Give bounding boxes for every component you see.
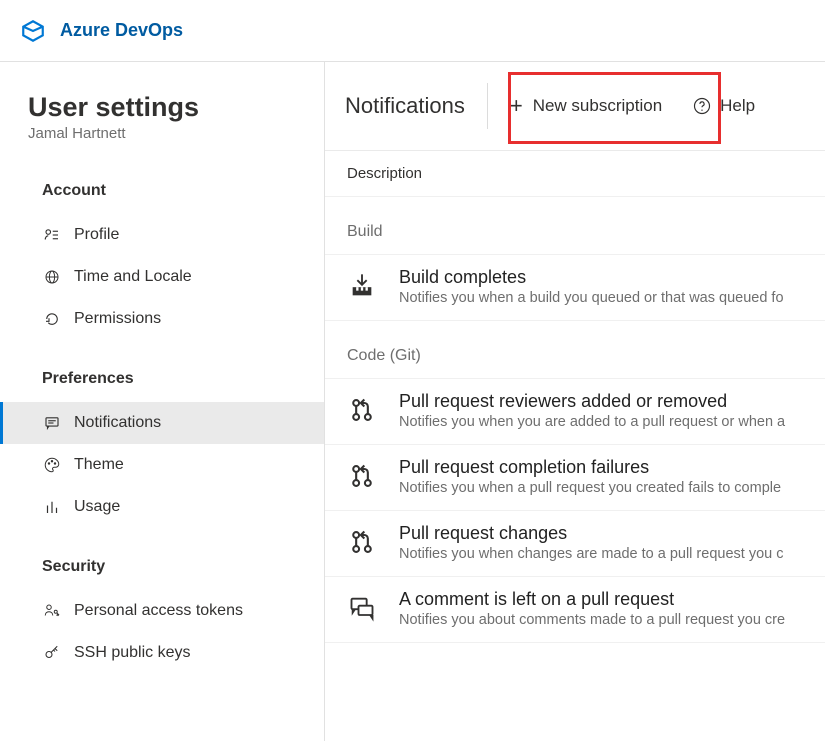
pull-request-icon bbox=[347, 527, 377, 557]
toolbar-title: Notifications bbox=[345, 93, 487, 119]
row-title: Pull request reviewers added or removed bbox=[399, 391, 825, 412]
nav-label: Profile bbox=[74, 226, 119, 244]
new-subscription-button[interactable]: + New subscription bbox=[498, 89, 674, 123]
help-icon bbox=[692, 96, 712, 116]
toolbar-separator bbox=[487, 83, 488, 129]
comments-icon bbox=[347, 593, 377, 623]
pull-request-icon bbox=[347, 395, 377, 425]
section-heading-security: Security bbox=[0, 558, 324, 576]
row-title: A comment is left on a pull request bbox=[399, 589, 825, 610]
notification-row-pr-completion-failures[interactable]: Pull request completion failures Notifie… bbox=[325, 444, 825, 511]
nav-profile[interactable]: Profile bbox=[0, 214, 324, 256]
notification-row-pr-comment[interactable]: A comment is left on a pull request Noti… bbox=[325, 576, 825, 643]
plus-icon: + bbox=[510, 95, 523, 117]
group-heading-build: Build bbox=[325, 197, 825, 255]
row-subtitle: Notifies you when changes are made to a … bbox=[399, 546, 825, 562]
notification-row-pr-changes[interactable]: Pull request changes Notifies you when c… bbox=[325, 510, 825, 577]
brand-name[interactable]: Azure DevOps bbox=[60, 20, 183, 41]
sidebar: User settings Jamal Hartnett Account Pro… bbox=[0, 62, 325, 741]
section-heading-account: Account bbox=[0, 182, 324, 200]
group-heading-code-git: Code (Git) bbox=[325, 321, 825, 379]
nav-permissions[interactable]: Permissions bbox=[0, 298, 324, 340]
nav-label: Theme bbox=[74, 456, 124, 474]
nav-time-locale[interactable]: Time and Locale bbox=[0, 256, 324, 298]
nav-label: SSH public keys bbox=[74, 644, 191, 662]
column-header-description: Description bbox=[325, 151, 825, 197]
nav-label: Time and Locale bbox=[74, 268, 192, 286]
globe-icon bbox=[42, 267, 62, 287]
content-area: Notifications + New subscription Help De… bbox=[325, 62, 825, 741]
row-subtitle: Notifies you when you are added to a pul… bbox=[399, 414, 825, 430]
notification-row-pr-reviewers[interactable]: Pull request reviewers added or removed … bbox=[325, 378, 825, 445]
toolbar: Notifications + New subscription Help bbox=[325, 62, 825, 151]
button-label: New subscription bbox=[533, 96, 662, 116]
key-icon bbox=[42, 643, 62, 663]
profile-icon bbox=[42, 225, 62, 245]
nav-label: Notifications bbox=[74, 414, 161, 432]
nav-ssh-keys[interactable]: SSH public keys bbox=[0, 632, 324, 674]
row-subtitle: Notifies you about comments made to a pu… bbox=[399, 612, 825, 628]
bar-chart-icon bbox=[42, 497, 62, 517]
nav-usage[interactable]: Usage bbox=[0, 486, 324, 528]
user-name: Jamal Hartnett bbox=[0, 125, 324, 142]
app-header: Azure DevOps bbox=[0, 0, 825, 62]
page-title: User settings bbox=[0, 92, 324, 123]
nav-label: Permissions bbox=[74, 310, 161, 328]
azure-devops-logo-icon bbox=[20, 18, 46, 44]
section-heading-preferences: Preferences bbox=[0, 370, 324, 388]
nav-personal-access-tokens[interactable]: Personal access tokens bbox=[0, 590, 324, 632]
help-button[interactable]: Help bbox=[680, 90, 767, 122]
row-title: Pull request changes bbox=[399, 523, 825, 544]
nav-notifications[interactable]: Notifications bbox=[0, 402, 324, 444]
chat-icon bbox=[42, 413, 62, 433]
row-title: Pull request completion failures bbox=[399, 457, 825, 478]
key-person-icon bbox=[42, 601, 62, 621]
pull-request-icon bbox=[347, 461, 377, 491]
row-subtitle: Notifies you when a pull request you cre… bbox=[399, 480, 825, 496]
nav-theme[interactable]: Theme bbox=[0, 444, 324, 486]
palette-icon bbox=[42, 455, 62, 475]
notification-row-build-completes[interactable]: Build completes Notifies you when a buil… bbox=[325, 254, 825, 321]
refresh-icon bbox=[42, 309, 62, 329]
button-label: Help bbox=[720, 96, 755, 116]
row-subtitle: Notifies you when a build you queued or … bbox=[399, 290, 825, 306]
row-title: Build completes bbox=[399, 267, 825, 288]
build-icon bbox=[347, 271, 377, 301]
nav-label: Personal access tokens bbox=[74, 602, 243, 620]
nav-label: Usage bbox=[74, 498, 120, 516]
